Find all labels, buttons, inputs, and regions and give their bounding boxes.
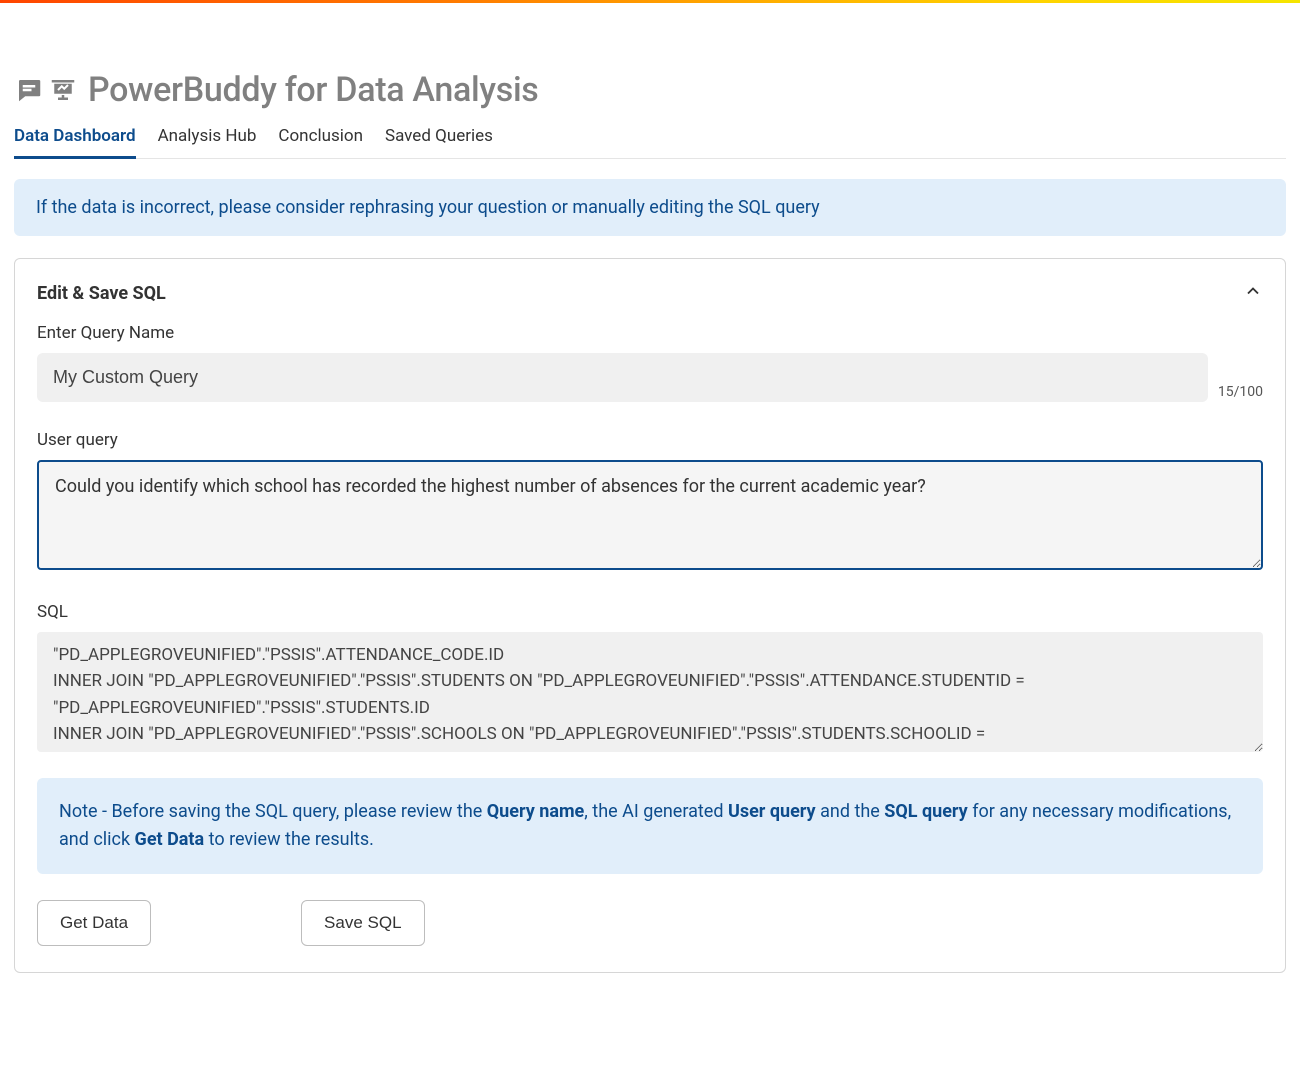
panel-title: Edit & Save SQL — [37, 283, 166, 304]
chat-icon — [14, 75, 44, 105]
query-name-row: 15/100 — [37, 353, 1263, 402]
note-text: to review the results. — [204, 829, 374, 850]
query-name-input[interactable] — [37, 353, 1208, 402]
chevron-up-icon[interactable] — [1243, 281, 1263, 305]
page-title: PowerBuddy for Data Analysis — [88, 70, 539, 110]
tab-saved-queries[interactable]: Saved Queries — [385, 126, 493, 159]
presentation-icon — [48, 75, 78, 105]
header-icon-group — [14, 75, 78, 105]
save-sql-button[interactable]: Save SQL — [301, 900, 425, 946]
note-banner: Note - Before saving the SQL query, plea… — [37, 778, 1263, 874]
edit-save-sql-panel: Edit & Save SQL Enter Query Name 15/100 … — [14, 258, 1286, 973]
user-query-textarea[interactable] — [37, 460, 1263, 570]
page-header: PowerBuddy for Data Analysis — [14, 15, 1286, 126]
button-row: Get Data Save SQL — [37, 900, 1263, 946]
note-bold-sql-query: SQL query — [884, 801, 967, 822]
note-text: , the AI generated — [584, 801, 728, 822]
tab-bar: Data Dashboard Analysis Hub Conclusion S… — [14, 126, 1286, 159]
info-banner: If the data is incorrect, please conside… — [14, 179, 1286, 236]
tab-analysis-hub[interactable]: Analysis Hub — [158, 126, 257, 159]
sql-label: SQL — [37, 602, 1263, 622]
note-bold-get-data: Get Data — [135, 829, 205, 850]
note-bold-query-name: Query name — [487, 801, 585, 822]
tab-conclusion[interactable]: Conclusion — [278, 126, 363, 159]
sql-textarea[interactable]: "PD_APPLEGROVEUNIFIED"."PSSIS".ATTENDANC… — [37, 632, 1263, 752]
user-query-label: User query — [37, 430, 1263, 450]
get-data-button[interactable]: Get Data — [37, 900, 151, 946]
note-bold-user-query: User query — [728, 801, 816, 822]
query-name-label: Enter Query Name — [37, 323, 1263, 343]
note-text: and the — [816, 801, 885, 822]
panel-header: Edit & Save SQL — [37, 281, 1263, 305]
char-counter: 15/100 — [1218, 384, 1263, 402]
note-text: Note - Before saving the SQL query, plea… — [59, 801, 487, 822]
page-container: PowerBuddy for Data Analysis Data Dashbo… — [0, 3, 1300, 1013]
tab-data-dashboard[interactable]: Data Dashboard — [14, 126, 136, 159]
